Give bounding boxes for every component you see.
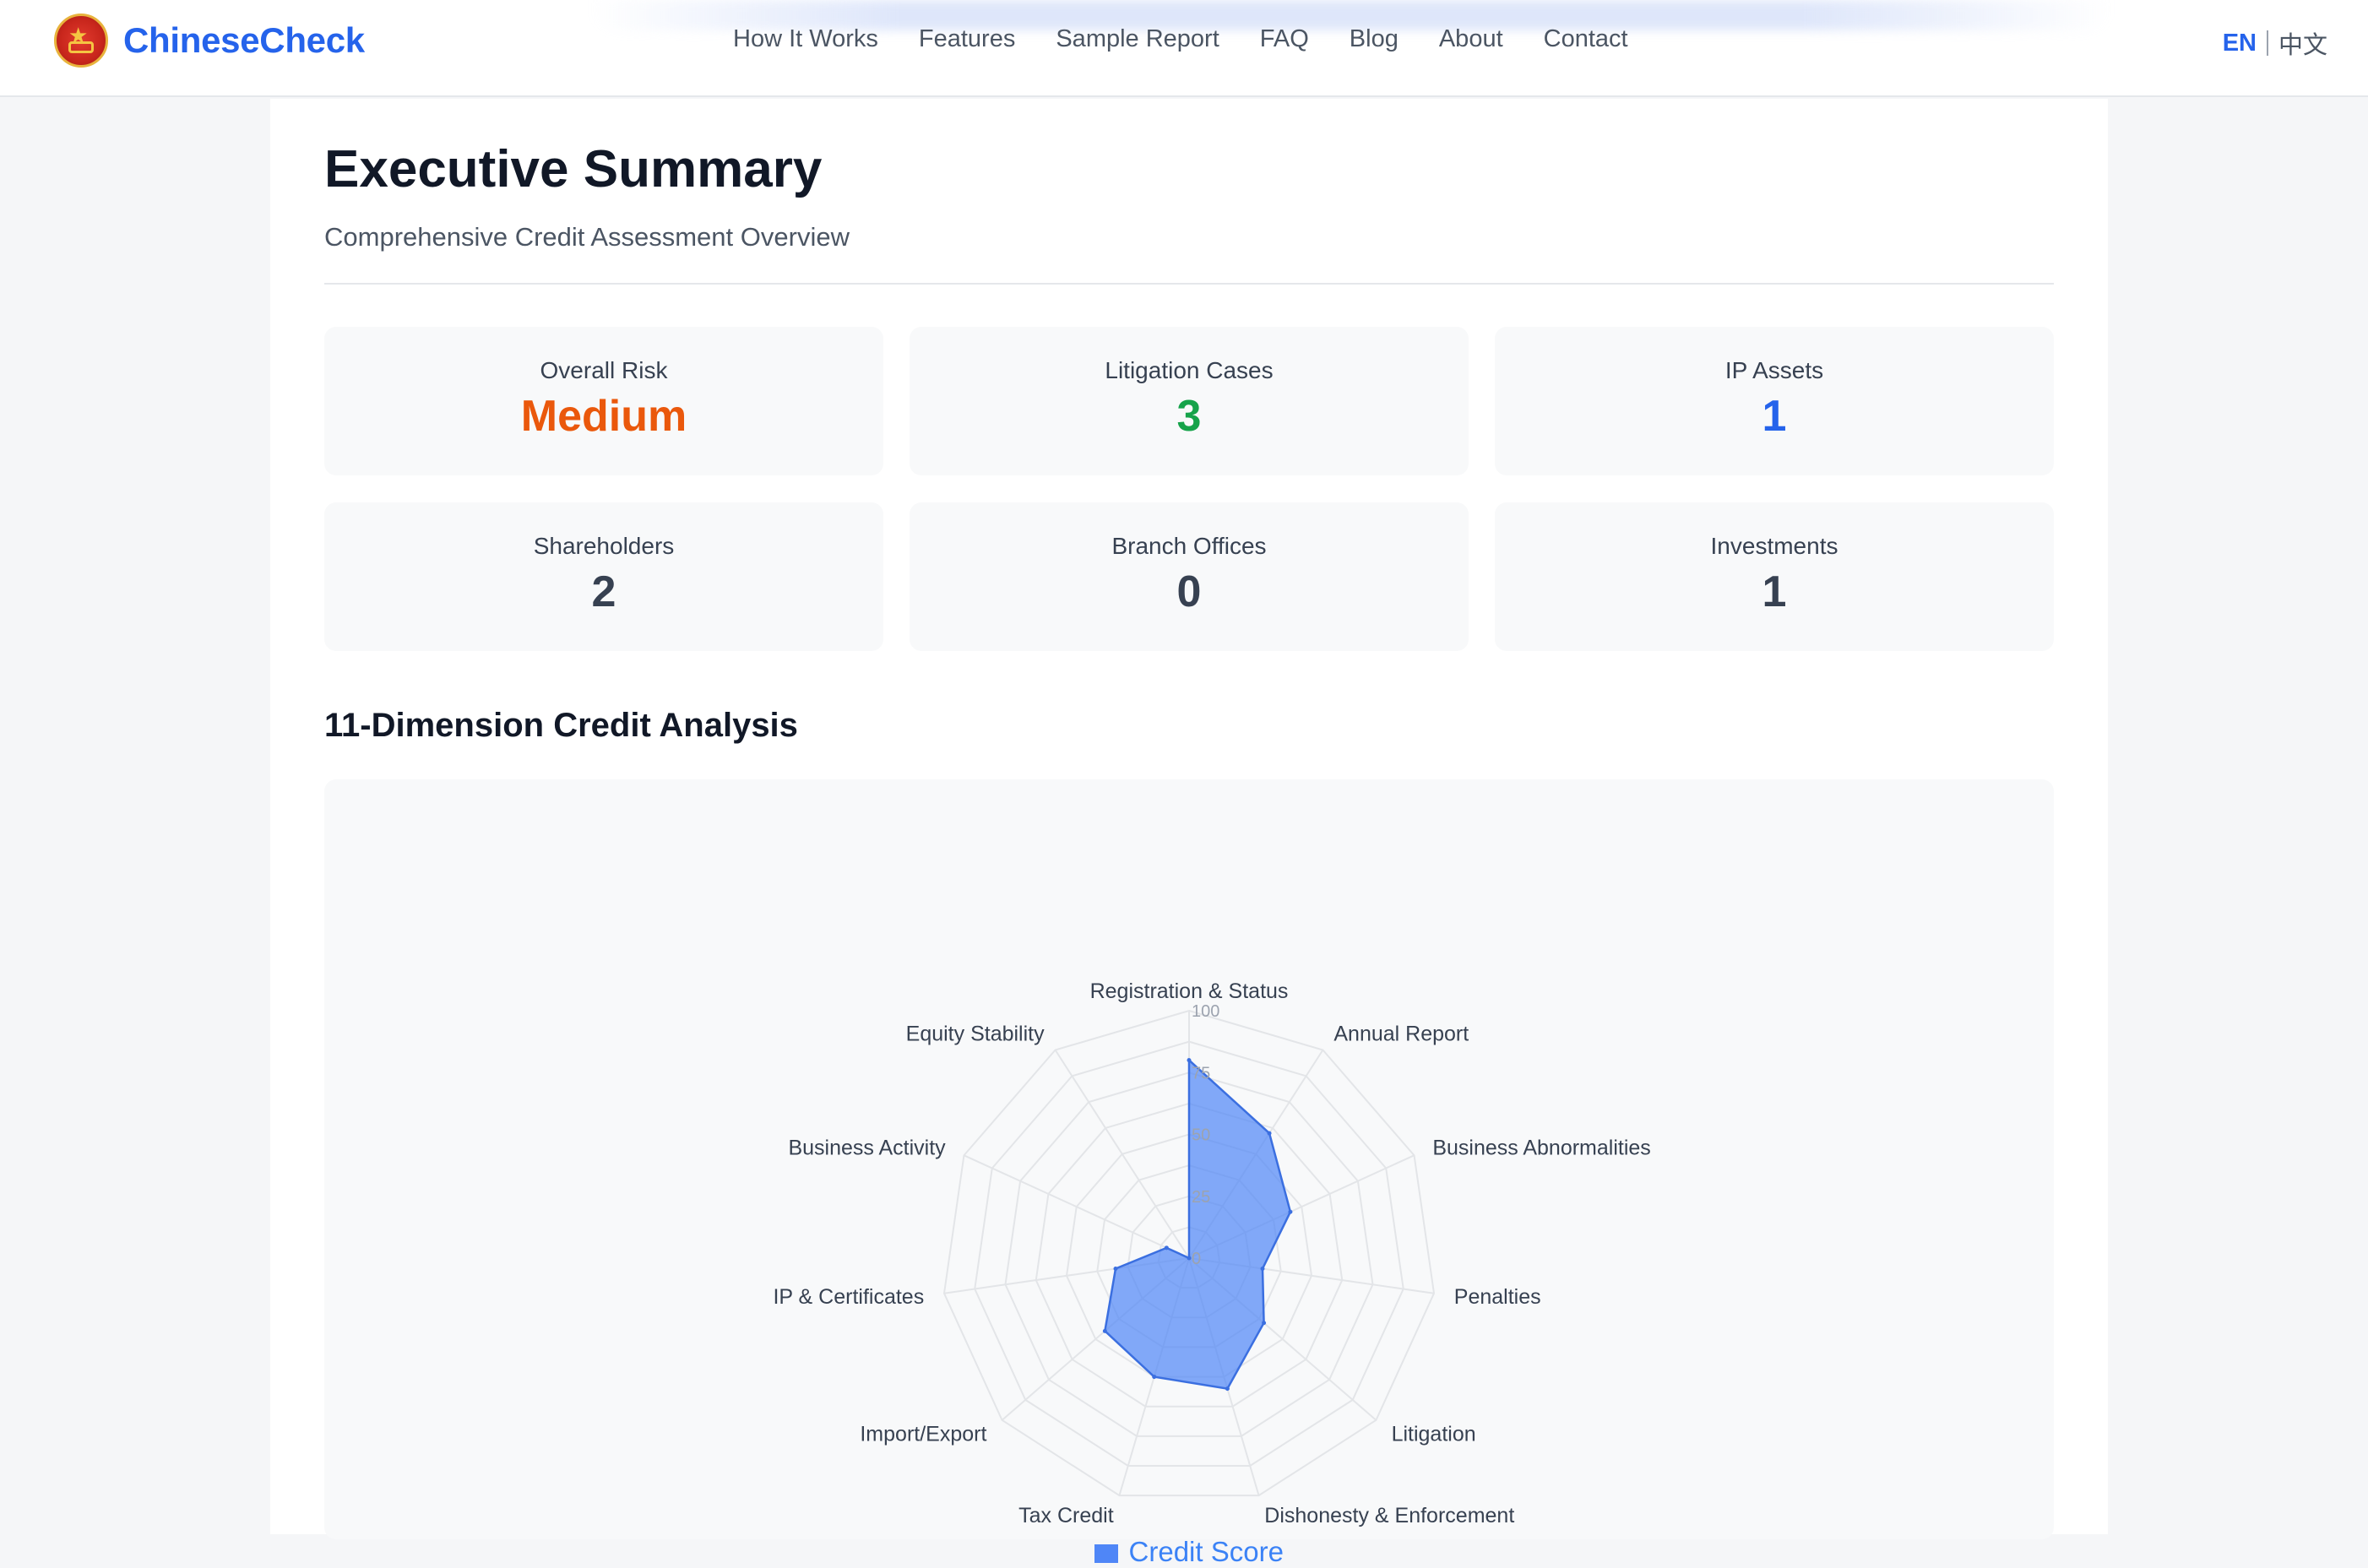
radar-category-label: IP & Certificates [773,1285,924,1309]
stat-value: Medium [520,392,687,441]
legend-label: Credit Score [1128,1536,1284,1567]
radar-series-credit-score [1104,1057,1292,1390]
radar-tick-label: 50 [1192,1126,1210,1145]
nav-contact[interactable]: Contact [1544,25,1628,53]
radar-point [1102,1328,1107,1333]
nav-how-it-works[interactable]: How It Works [733,25,878,53]
legend-swatch [1094,1544,1119,1563]
radar-point [1152,1375,1157,1380]
report-card: Executive Summary Comprehensive Credit A… [270,99,2108,1567]
radar-chart-container: 0 25 50 75 100 Registration & Status Annual Re… [324,779,2054,1567]
divider [324,283,2054,285]
stat-overall-risk: Overall Risk Medium [324,327,883,475]
radar-tick-label: 75 [1192,1064,1210,1082]
section-title: 11-Dimension Credit Analysis [324,707,798,744]
radar-category-label: Registration & Status [1090,979,1289,1003]
radar-category-label: Dishonesty & Enforcement [1264,1504,1514,1527]
radar-category-label: Business Abnormalities [1432,1136,1650,1159]
stat-value: 3 [1176,392,1202,441]
stat-value: 1 [1762,392,1787,441]
radar-category-label: Penalties [1454,1285,1541,1309]
lang-divider [2266,30,2268,56]
site-header: ★ ChineseCheck How It Works Features Sam… [0,0,2368,97]
stat-label: Branch Offices [1111,533,1267,559]
radar-category-label: Equity Stability [906,1022,1045,1045]
stat-label: Overall Risk [540,357,668,383]
stat-investments: Investments 1 [1495,502,2054,651]
stat-label: IP Assets [1724,357,1824,383]
radar-point [1225,1386,1230,1392]
brand-name[interactable]: ChineseCheck [123,20,365,61]
nav-faq[interactable]: FAQ [1260,25,1309,53]
lang-zh[interactable]: 中文 [2278,25,2327,61]
stat-value: 2 [591,567,616,616]
lang-en[interactable]: EN [2223,30,2257,57]
radar-category-label: Import/Export [860,1423,986,1446]
nav-blog[interactable]: Blog [1350,25,1399,53]
chart-legend[interactable]: Credit Score [324,1536,2054,1568]
page-subtitle: Comprehensive Credit Assessment Overview [324,222,850,252]
radar-tick-label: 100 [1192,1002,1219,1021]
language-switcher: EN 中文 [2223,25,2327,61]
page-title: Executive Summary [324,140,823,198]
radar-tick-label: 25 [1192,1188,1210,1207]
stat-ip-assets: IP Assets 1 [1495,327,2054,475]
nav-sample-report[interactable]: Sample Report [1056,25,1219,53]
brand[interactable]: ★ ChineseCheck [54,14,365,68]
radar-category-label: Tax Credit [1018,1504,1114,1527]
radar-category-label: Litigation [1392,1423,1476,1446]
radar-point [1164,1245,1169,1251]
radar-point [1267,1131,1272,1136]
stat-label: Litigation Cases [1105,357,1274,383]
main-nav: How It Works Features Sample Report FAQ … [733,25,1669,53]
stat-branch-offices: Branch Offices 0 [910,502,1469,651]
radar-point [1260,1267,1265,1272]
stat-value: 0 [1176,567,1202,616]
radar-point [1187,1256,1192,1261]
stat-value: 1 [1762,567,1787,616]
radar-point [1262,1321,1267,1326]
radar-category-label: Business Activity [788,1136,946,1159]
nav-about[interactable]: About [1439,25,1503,53]
radar-point [1113,1267,1118,1272]
logo-icon: ★ [54,14,108,68]
nav-features[interactable]: Features [919,25,1015,53]
radar-chart: 0 25 50 75 100Registration & Status Annual Re… [773,979,1650,1527]
radar-category-label: Annual Report [1333,1022,1469,1045]
radar-point [1187,1058,1192,1063]
radar-tick-label: 0 [1192,1250,1201,1268]
stat-shareholders: Shareholders 2 [324,502,883,651]
radar-point [1288,1209,1293,1214]
stat-litigation-cases: Litigation Cases 3 [910,327,1469,475]
stat-label: Shareholders [533,533,675,559]
stat-label: Investments [1710,533,1838,559]
